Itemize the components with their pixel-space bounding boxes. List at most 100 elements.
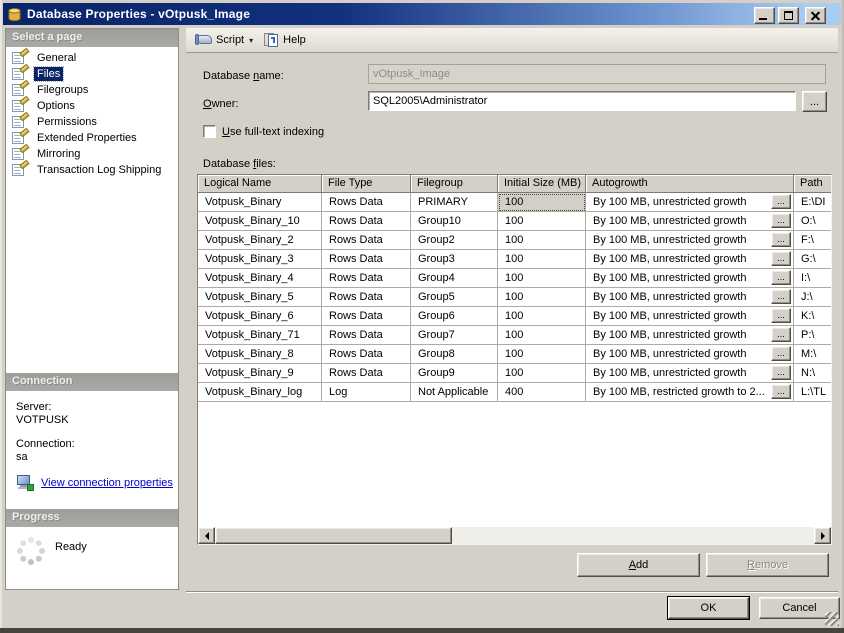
cell-logical-name[interactable]: Votpusk_Binary_9: [198, 364, 322, 383]
cell-filegroup[interactable]: Group7: [411, 326, 498, 345]
autogrowth-browse-button[interactable]: ...: [771, 270, 791, 285]
cell-logical-name[interactable]: Votpusk_Binary_log: [198, 383, 322, 402]
cell-filegroup[interactable]: Group4: [411, 269, 498, 288]
owner-browse-button[interactable]: ...: [802, 91, 827, 112]
cell-filegroup[interactable]: Not Applicable: [411, 383, 498, 402]
cell-file-type[interactable]: Rows Data: [322, 326, 411, 345]
cell-filegroup[interactable]: Group5: [411, 288, 498, 307]
cell-file-type[interactable]: Rows Data: [322, 269, 411, 288]
cell-path[interactable]: P:\: [794, 326, 831, 345]
cell-filegroup[interactable]: Group2: [411, 231, 498, 250]
cell-file-type[interactable]: Rows Data: [322, 364, 411, 383]
cell-path[interactable]: M:\: [794, 345, 831, 364]
script-dropdown-icon[interactable]: ▾: [249, 36, 253, 45]
cell-logical-name[interactable]: Votpusk_Binary_2: [198, 231, 322, 250]
cell-path[interactable]: F:\: [794, 231, 831, 250]
cell-filegroup[interactable]: Group10: [411, 212, 498, 231]
view-connection-properties-link[interactable]: View connection properties: [41, 477, 173, 490]
cell-autogrowth[interactable]: By 100 MB, unrestricted growth...: [586, 193, 794, 212]
autogrowth-browse-button[interactable]: ...: [771, 213, 791, 228]
cell-autogrowth[interactable]: By 100 MB, unrestricted growth...: [586, 326, 794, 345]
cell-file-type[interactable]: Rows Data: [322, 307, 411, 326]
cell-initial-size[interactable]: 100: [498, 364, 586, 383]
sidebar-page-item[interactable]: Transaction Log Shipping: [6, 159, 178, 178]
cell-initial-size[interactable]: 100: [498, 231, 586, 250]
cell-filegroup[interactable]: Group9: [411, 364, 498, 383]
scrollbar-thumb[interactable]: [215, 527, 452, 544]
cell-path[interactable]: N:\: [794, 364, 831, 383]
autogrowth-browse-button[interactable]: ...: [771, 365, 791, 380]
sidebar-page-item[interactable]: Permissions: [6, 111, 178, 130]
autogrowth-browse-button[interactable]: ...: [771, 289, 791, 304]
cell-file-type[interactable]: Rows Data: [322, 231, 411, 250]
cell-file-type[interactable]: Rows Data: [322, 288, 411, 307]
cell-filegroup[interactable]: Group8: [411, 345, 498, 364]
cell-autogrowth[interactable]: By 100 MB, restricted growth to 2......: [586, 383, 794, 402]
scroll-left-button[interactable]: [198, 527, 215, 544]
cell-autogrowth[interactable]: By 100 MB, unrestricted growth...: [586, 364, 794, 383]
script-button[interactable]: Script ▾: [191, 30, 258, 50]
cell-path[interactable]: K:\: [794, 307, 831, 326]
cell-path[interactable]: J:\: [794, 288, 831, 307]
cell-autogrowth[interactable]: By 100 MB, unrestricted growth...: [586, 288, 794, 307]
cell-autogrowth[interactable]: By 100 MB, unrestricted growth...: [586, 231, 794, 250]
fulltext-checkbox[interactable]: [203, 125, 216, 138]
cell-logical-name[interactable]: Votpusk_Binary_6: [198, 307, 322, 326]
cell-autogrowth[interactable]: By 100 MB, unrestricted growth...: [586, 212, 794, 231]
owner-field[interactable]: [368, 91, 796, 111]
cell-file-type[interactable]: Log: [322, 383, 411, 402]
cell-filegroup[interactable]: PRIMARY: [411, 193, 498, 212]
autogrowth-browse-button[interactable]: ...: [771, 327, 791, 342]
cell-path[interactable]: G:\: [794, 250, 831, 269]
cell-path[interactable]: L:\TL: [794, 383, 831, 402]
cell-filegroup[interactable]: Group3: [411, 250, 498, 269]
cell-logical-name[interactable]: Votpusk_Binary_3: [198, 250, 322, 269]
help-button[interactable]: Help: [258, 30, 311, 50]
cell-file-type[interactable]: Rows Data: [322, 193, 411, 212]
cell-file-type[interactable]: Rows Data: [322, 345, 411, 364]
cell-initial-size[interactable]: 100: [498, 269, 586, 288]
cell-logical-name[interactable]: Votpusk_Binary_8: [198, 345, 322, 364]
autogrowth-browse-button[interactable]: ...: [771, 251, 791, 266]
cell-logical-name[interactable]: Votpusk_Binary_10: [198, 212, 322, 231]
titlebar[interactable]: Database Properties - vOtpusk_Image: [3, 3, 841, 25]
sidebar-page-item[interactable]: Files: [6, 63, 178, 82]
sidebar-page-item[interactable]: Extended Properties: [6, 127, 178, 146]
cell-autogrowth[interactable]: By 100 MB, unrestricted growth...: [586, 250, 794, 269]
cell-path[interactable]: I:\: [794, 269, 831, 288]
cell-autogrowth[interactable]: By 100 MB, unrestricted growth...: [586, 269, 794, 288]
cell-logical-name[interactable]: Votpusk_Binary: [198, 193, 322, 212]
autogrowth-browse-button[interactable]: ...: [771, 384, 791, 399]
cell-autogrowth[interactable]: By 100 MB, unrestricted growth...: [586, 345, 794, 364]
autogrowth-browse-button[interactable]: ...: [771, 346, 791, 361]
cell-initial-size[interactable]: 100: [498, 212, 586, 231]
ok-button[interactable]: OK: [667, 596, 750, 620]
sidebar-page-item[interactable]: Filegroups: [6, 79, 178, 98]
cell-path[interactable]: E:\DI: [794, 193, 831, 212]
sidebar-page-item[interactable]: General: [6, 47, 178, 66]
sidebar-page-item[interactable]: Options: [6, 95, 178, 114]
minimize-button[interactable]: [754, 7, 775, 24]
horizontal-scrollbar[interactable]: [198, 527, 831, 544]
cell-logical-name[interactable]: Votpusk_Binary_71: [198, 326, 322, 345]
maximize-button[interactable]: [778, 7, 799, 24]
remove-button[interactable]: Remove: [706, 553, 829, 577]
resize-grip[interactable]: [825, 612, 839, 626]
cell-file-type[interactable]: Rows Data: [322, 212, 411, 231]
cell-logical-name[interactable]: Votpusk_Binary_5: [198, 288, 322, 307]
sidebar-page-item[interactable]: Mirroring: [6, 143, 178, 162]
autogrowth-browse-button[interactable]: ...: [771, 232, 791, 247]
autogrowth-browse-button[interactable]: ...: [771, 308, 791, 323]
cell-initial-size[interactable]: 100: [498, 250, 586, 269]
cell-file-type[interactable]: Rows Data: [322, 250, 411, 269]
add-button[interactable]: Add: [577, 553, 700, 577]
cell-initial-size[interactable]: 100: [498, 307, 586, 326]
scroll-right-button[interactable]: [814, 527, 831, 544]
cell-initial-size[interactable]: 100: [498, 193, 586, 212]
cell-filegroup[interactable]: Group6: [411, 307, 498, 326]
close-button[interactable]: [805, 7, 826, 24]
cell-initial-size[interactable]: 100: [498, 326, 586, 345]
cell-initial-size[interactable]: 400: [498, 383, 586, 402]
cell-path[interactable]: O:\: [794, 212, 831, 231]
cell-autogrowth[interactable]: By 100 MB, unrestricted growth...: [586, 307, 794, 326]
